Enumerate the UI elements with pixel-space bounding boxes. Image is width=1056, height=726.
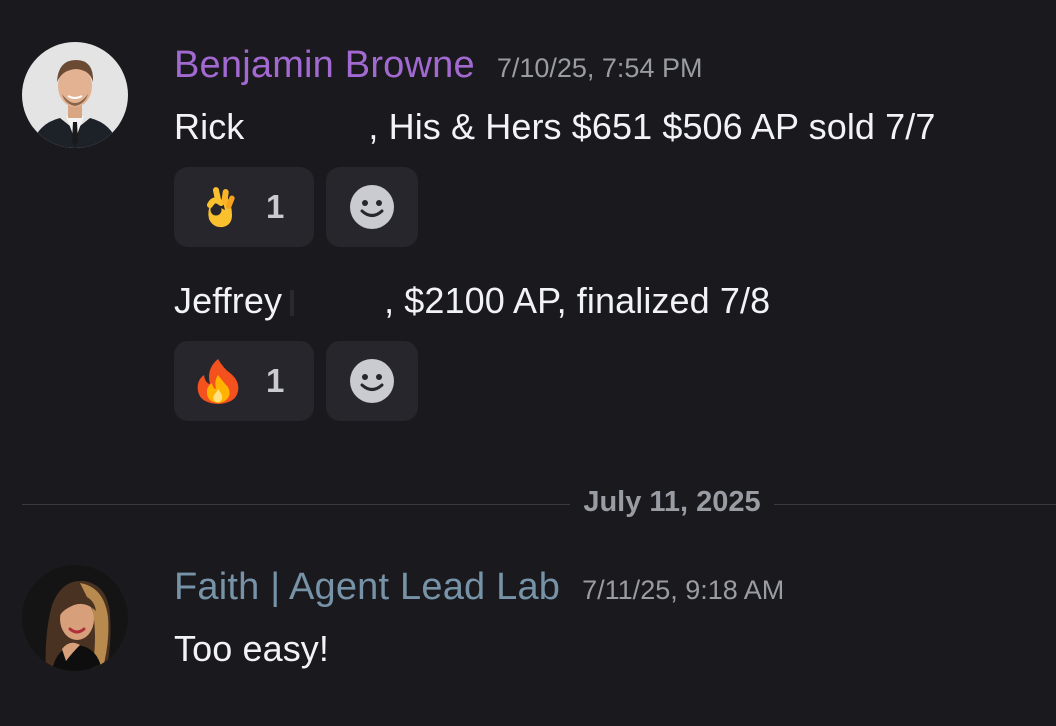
redacted-text bbox=[290, 290, 295, 317]
message-text-end: , His & Hers $651 $506 AP sold 7/7 bbox=[368, 106, 936, 147]
avatar-faith[interactable] bbox=[22, 565, 128, 671]
avatar-benjamin-browne[interactable] bbox=[22, 42, 128, 148]
reaction-fire[interactable]: 1 bbox=[174, 341, 314, 421]
ok-hand-emoji bbox=[207, 187, 235, 228]
message-text-end: , $2100 AP, finalized 7/8 bbox=[384, 280, 771, 321]
smiley-add-reaction-icon bbox=[350, 359, 394, 403]
reaction-count: 1 bbox=[266, 362, 285, 399]
smiley-add-reaction-icon bbox=[350, 185, 394, 229]
timestamp: 7/11/25, 9:18 AM bbox=[582, 575, 785, 605]
message-text-start: Rick bbox=[174, 106, 245, 147]
chat-log: Benjamin Browne 7/10/25, 7:54 PM Rick , H… bbox=[0, 0, 1056, 726]
add-reaction-button[interactable] bbox=[326, 167, 418, 247]
message-text-start: Jeffrey bbox=[174, 280, 283, 321]
reaction-bar: 1 bbox=[174, 341, 418, 421]
reaction-count: 1 bbox=[266, 188, 285, 225]
message-text: Too easy! bbox=[174, 628, 329, 669]
date-divider-label: July 11, 2025 bbox=[583, 486, 761, 518]
add-reaction-button[interactable] bbox=[326, 341, 418, 421]
timestamp: 7/10/25, 7:54 PM bbox=[496, 53, 703, 83]
date-divider bbox=[22, 504, 1056, 505]
message-header: Benjamin Browne 7/10/25, 7:54 PM bbox=[174, 44, 702, 87]
message-text: Jeffrey , $2100 AP, finalized 7/8 bbox=[174, 280, 770, 322]
username[interactable]: Benjamin Browne bbox=[174, 44, 475, 87]
reaction-bar: 1 bbox=[174, 167, 418, 247]
divider-line bbox=[22, 504, 570, 505]
username[interactable]: Faith | Agent Lead Lab bbox=[174, 566, 560, 609]
woman-photo bbox=[22, 565, 128, 671]
fire-emoji bbox=[197, 359, 239, 404]
message-text: Rick , His & Hers $651 $506 AP sold 7/7 bbox=[174, 106, 935, 148]
divider-line bbox=[774, 504, 1056, 505]
man-in-suit-photo bbox=[22, 42, 128, 148]
message-header: Faith | Agent Lead Lab 7/11/25, 9:18 AM bbox=[174, 566, 784, 609]
reaction-ok-hand[interactable]: 1 bbox=[174, 167, 314, 247]
